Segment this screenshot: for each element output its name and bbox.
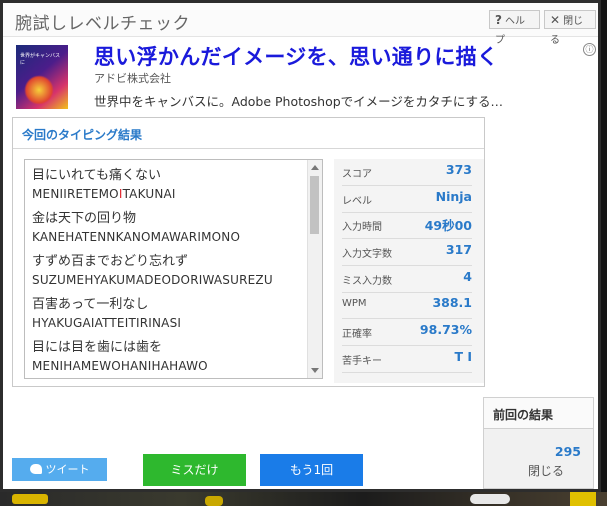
close-icon: ✕ [550, 13, 561, 27]
phrase-item: 百害あって一利なし HYAKUGAIATTEITIRINASI [32, 296, 322, 332]
help-button[interactable]: ? ヘルプ [489, 10, 540, 46]
ad-company: アドビ株式会社 [94, 72, 171, 85]
phrase-japanese: 目には目を歯には歯を [32, 340, 163, 355]
phrase-item: 目にいれても痛くない MENIIRETEMOITAKUNAI [32, 167, 322, 203]
game-background [0, 492, 607, 506]
close-button[interactable]: ✕ 閉じる [544, 10, 596, 46]
phrase-japanese: 目にいれても痛くない [32, 168, 161, 183]
phrase-item: 金は天下の回り物 KANEHATENNKANOMAWARIMONO [32, 210, 322, 246]
phrase-romaji: KANEHATENNKANOMAWARIMONO [32, 230, 241, 244]
level-check-dialog: 腕試しレベルチェック ? ヘルプ ✕ 閉じる 世界がキャンバスに 思い浮かんだイメー… [0, 0, 601, 492]
stat-weak-keys: 苦手キー T I [342, 346, 472, 373]
ad-description[interactable]: 世界中をキャンバスに。Adobe Photoshopでイメージをカタチにする… [94, 91, 503, 110]
scroll-thumb[interactable] [310, 176, 319, 234]
result-panel-header: 今回のタイピング結果 [13, 118, 484, 149]
tweet-button[interactable]: ツイート [12, 458, 107, 481]
phrase-item: すずめ百までおどり忘れず SUZUMEHYAKUMADEODORIWASUREZ… [32, 253, 322, 289]
retry-button[interactable]: もう1回 [260, 454, 363, 486]
retry-misses-button[interactable]: ミスだけ [143, 454, 246, 486]
stat-wpm: WPM 388.1 [342, 292, 472, 319]
scroll-down-icon[interactable] [311, 368, 319, 373]
phrase-item: 目には目を歯には歯を MENIHAMEWOHANIHAHAWO [32, 339, 322, 375]
phrase-romaji: MENIIRETEMOITAKUNAI [32, 187, 176, 201]
ad-title-link[interactable]: 思い浮かんだイメージを、思い通りに描く [94, 41, 498, 71]
result-heading: 今回のタイピング結果 [22, 128, 143, 142]
phrase-romaji: SUZUMEHYAKUMADEODORIWASUREZU [32, 273, 273, 287]
stat-score: スコア 373 [342, 159, 472, 186]
previous-close-button[interactable]: 閉じる [528, 462, 564, 479]
phrase-japanese: 百害あって一利なし [32, 297, 149, 312]
stat-level: レベル Ninja [342, 186, 472, 213]
stats-panel: スコア 373 レベル Ninja 入力時間 49秒00 入力文字数 317 ミ… [334, 159, 484, 383]
scroll-up-icon[interactable] [311, 165, 319, 170]
ad-thumbnail-text: 世界がキャンバスに [20, 53, 61, 66]
dialog-header: 腕試しレベルチェック ? ヘルプ ✕ 閉じる [3, 3, 598, 46]
stat-time: 入力時間 49秒00 [342, 212, 472, 239]
result-panel: 今回のタイピング結果 目にいれても痛くない MENIIRETEMOITAKUNA… [12, 117, 485, 387]
previous-score: 295 [554, 444, 581, 459]
previous-result-header: 前回の結果 [484, 398, 593, 429]
ad-info-icon[interactable]: ⓘ [583, 43, 596, 56]
phrase-romaji: HYAKUGAIATTEITIRINASI [32, 316, 182, 330]
phrase-list[interactable]: 目にいれても痛くない MENIIRETEMOITAKUNAI 金は天下の回り物 … [24, 159, 323, 379]
phrase-japanese: 金は天下の回り物 [32, 211, 137, 226]
previous-result-panel: 前回の結果 295 閉じる [483, 397, 594, 489]
dialog-title: 腕試しレベルチェック [15, 14, 190, 34]
tweet-label: ツイート [45, 463, 90, 476]
stat-char-count: 入力文字数 317 [342, 239, 472, 266]
stat-accuracy: 正確率 98.73% [342, 319, 472, 346]
stat-miss-count: ミス入力数 4 [342, 266, 472, 293]
help-icon: ? [495, 13, 502, 27]
phrase-romaji: MENIHAMEWOHANIHAHAWO [32, 359, 208, 373]
twitter-bird-icon [29, 464, 42, 474]
phrase-list-scrollbar[interactable] [307, 160, 322, 378]
previous-result-heading: 前回の結果 [493, 408, 554, 422]
phrase-japanese: すずめ百までおどり忘れず [32, 254, 189, 269]
ad-thumbnail[interactable]: 世界がキャンバスに [16, 45, 68, 109]
